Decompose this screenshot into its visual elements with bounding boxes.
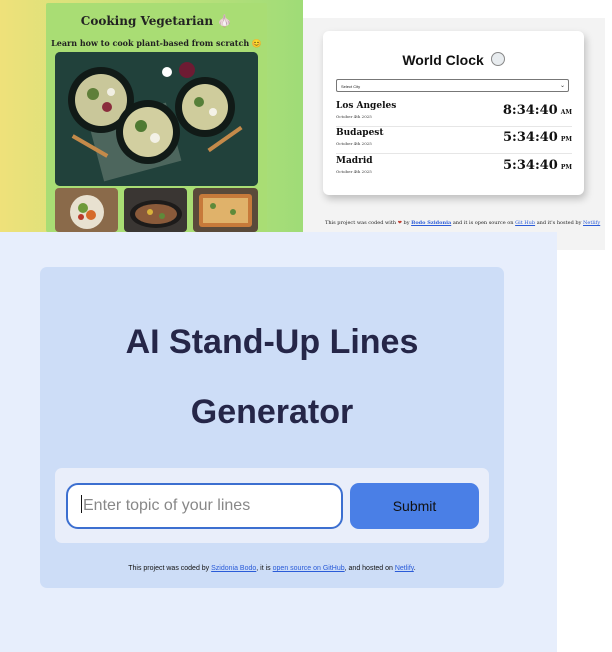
topic-input-placeholder: Enter topic of your lines [83, 497, 251, 514]
city-select[interactable]: Select City ⌄ [336, 79, 569, 92]
footer-text: and it's hosted by [536, 220, 582, 226]
page-title-line2: Generator [190, 393, 354, 431]
city-name: Madrid [336, 156, 373, 166]
github-link[interactable]: Git Hub [515, 220, 535, 226]
author-link[interactable]: Szidonia Bodo [211, 565, 256, 572]
standup-card: AI Stand-Up Lines Generator Enter topic … [40, 267, 504, 588]
city-ampm: AM [560, 109, 572, 116]
world-clock-title-text: World Clock [402, 52, 484, 68]
city-name: Los Angeles [336, 101, 397, 111]
city-ampm: PM [560, 164, 572, 171]
standup-footer: This project was coded by Szidonia Bodo,… [40, 565, 504, 572]
city-date: October 4th 2025 [336, 114, 372, 119]
cooking-subtitle: Learn how to cook plant-based from scrat… [51, 38, 262, 48]
city-select-value: Select City [341, 84, 361, 89]
page-title: AI Stand-Up Lines Generator [40, 307, 504, 447]
cooking-card: Cooking Vegetarian 🧄 Learn how to cook p… [46, 3, 267, 232]
city-time-value: 8:34:40 [502, 103, 558, 118]
text-caret [81, 495, 82, 513]
city-row: Madrid October 4th 2025 5:34:40 PM [336, 156, 572, 182]
github-link[interactable]: open source on GitHub [273, 565, 345, 572]
page-title-line1: AI Stand-Up Lines [125, 323, 419, 361]
world-clock-title: World Clock [323, 52, 584, 68]
row-divider [336, 126, 572, 127]
footer-text: This project was coded by [128, 565, 210, 572]
submit-button[interactable]: Submit [350, 483, 479, 529]
netlify-link[interactable]: Netlify [395, 565, 414, 572]
city-row: Budapest October 4th 2025 5:34:40 PM [336, 128, 572, 154]
city-time-value: 5:34:40 [503, 130, 558, 145]
chevron-down-icon: ⌄ [559, 83, 565, 89]
thumbnail-salad-image[interactable] [55, 188, 118, 232]
cooking-title: Cooking Vegetarian 🧄 [80, 14, 233, 28]
hero-food-image[interactable] [55, 52, 258, 186]
author-link[interactable]: Bodo Szidonia [411, 220, 451, 226]
standup-generator-screenshot: AI Stand-Up Lines Generator Enter topic … [0, 232, 557, 652]
world-clock-footer: This project was coded with ❤ by Bodo Sz… [325, 220, 600, 226]
cooking-app-screenshot: Cooking Vegetarian 🧄 Learn how to cook p… [0, 0, 303, 232]
city-time: 8:34:40 AM [503, 103, 572, 118]
row-divider [336, 153, 572, 154]
city-time: 5:34:40 PM [503, 130, 572, 145]
city-time: 5:34:40 PM [503, 158, 572, 173]
topic-input[interactable]: Enter topic of your lines [66, 483, 343, 529]
globe-icon [490, 52, 505, 66]
city-name: Budapest [336, 128, 384, 138]
city-time-value: 5:34:40 [503, 158, 558, 173]
footer-text: , it is [256, 565, 271, 572]
world-clock-card: World Clock Select City ⌄ Los Angeles Oc… [323, 31, 584, 195]
footer-text: , and hosted on [344, 565, 393, 572]
topic-form: Enter topic of your lines Submit [55, 468, 489, 543]
footer-text: by [403, 220, 410, 226]
footer-text: and it is open source on [452, 220, 514, 226]
heart-icon: ❤ [397, 220, 402, 226]
city-date: October 4th 2025 [336, 169, 372, 174]
netlify-link[interactable]: Netlify [583, 220, 600, 226]
footer-text: This project was coded with [325, 220, 397, 226]
city-row: Los Angeles October 4th 2025 8:34:40 AM [336, 101, 572, 127]
footer-text: . [413, 565, 416, 572]
city-date: October 4th 2025 [336, 141, 372, 146]
world-clock-screenshot: World Clock Select City ⌄ Los Angeles Oc… [303, 18, 605, 250]
thumbnail-lasagna-image[interactable] [193, 188, 258, 232]
thumbnail-stirfry-image[interactable] [124, 188, 187, 232]
city-ampm: PM [560, 136, 572, 143]
